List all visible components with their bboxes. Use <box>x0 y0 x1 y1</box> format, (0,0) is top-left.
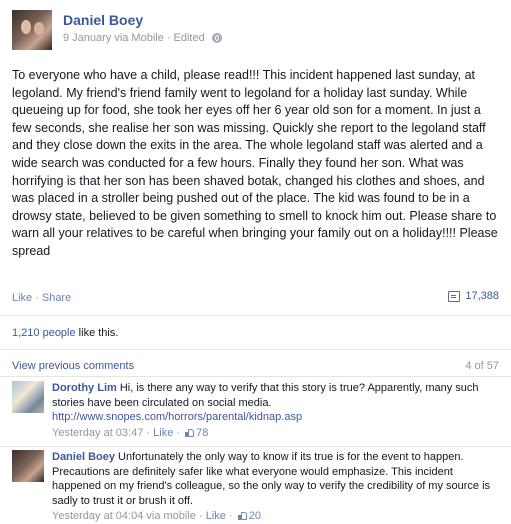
likes-count-link[interactable]: 1,210 people <box>12 327 76 339</box>
divider <box>0 315 511 316</box>
post-body: To everyone who have a child, please rea… <box>12 68 498 258</box>
comment-link[interactable]: http://www.snopes.com/horrors/parental/k… <box>52 411 302 423</box>
avatar-face <box>34 22 44 35</box>
commenter-name[interactable]: Dorothy Lim <box>52 382 117 394</box>
comment-time[interactable]: Yesterday at 03:47 <box>52 427 143 439</box>
meta-separator: · <box>166 32 171 44</box>
comment-meta: Yesterday at 03:47 · Like · 78 <box>52 426 502 441</box>
share-button[interactable]: Share <box>42 292 71 304</box>
post-date[interactable]: 9 January <box>63 32 111 44</box>
comment-text: Unfortunately the only way to know if it… <box>52 451 491 507</box>
thumbs-up-icon <box>237 511 247 521</box>
view-previous-comments-link[interactable]: View previous comments <box>12 360 134 372</box>
post-actions: Like · Share <box>12 292 71 304</box>
like-button[interactable]: Like <box>12 292 32 304</box>
author-avatar[interactable] <box>12 10 52 50</box>
share-icon <box>448 290 461 302</box>
meta-separator: · <box>146 426 151 439</box>
comment-content: Dorothy Lim Hi, is there any way to veri… <box>52 381 502 440</box>
facebook-post: Daniel Boey 9 January via Mobile · Edite… <box>0 0 511 524</box>
post-via: via Mobile <box>114 32 164 44</box>
divider <box>0 349 511 350</box>
divider <box>0 376 511 377</box>
post-header: Daniel Boey 9 January via Mobile · Edite… <box>12 10 492 52</box>
edited-label[interactable]: Edited <box>174 32 205 44</box>
comment-content: Daniel Boey Unfortunately the only way t… <box>52 450 502 524</box>
share-count-value: 17,388 <box>465 290 499 302</box>
divider <box>0 446 511 447</box>
author-name[interactable]: Daniel Boey <box>63 12 143 28</box>
action-separator: · <box>35 292 39 304</box>
globe-icon[interactable] <box>211 33 222 43</box>
likes-summary: 1,210 people like this. <box>12 327 118 339</box>
comment-like-button[interactable]: Like <box>153 427 173 439</box>
comment-like-count[interactable]: 78 <box>196 427 208 439</box>
commenter-name[interactable]: Daniel Boey <box>52 451 115 463</box>
likes-suffix: like this. <box>75 327 119 339</box>
commenter-avatar[interactable] <box>12 450 44 482</box>
meta-separator: · <box>176 426 181 439</box>
thumbs-up-icon <box>185 428 195 437</box>
share-count[interactable]: 17,388 <box>448 290 499 302</box>
post-meta: 9 January via Mobile · Edited <box>63 32 222 44</box>
comments-position: 4 of 57 <box>465 360 499 372</box>
commenter-avatar[interactable] <box>12 381 44 413</box>
avatar-face <box>21 20 31 34</box>
comment-meta: Yesterday at 04:04 via mobile · Like · 2… <box>52 509 502 524</box>
